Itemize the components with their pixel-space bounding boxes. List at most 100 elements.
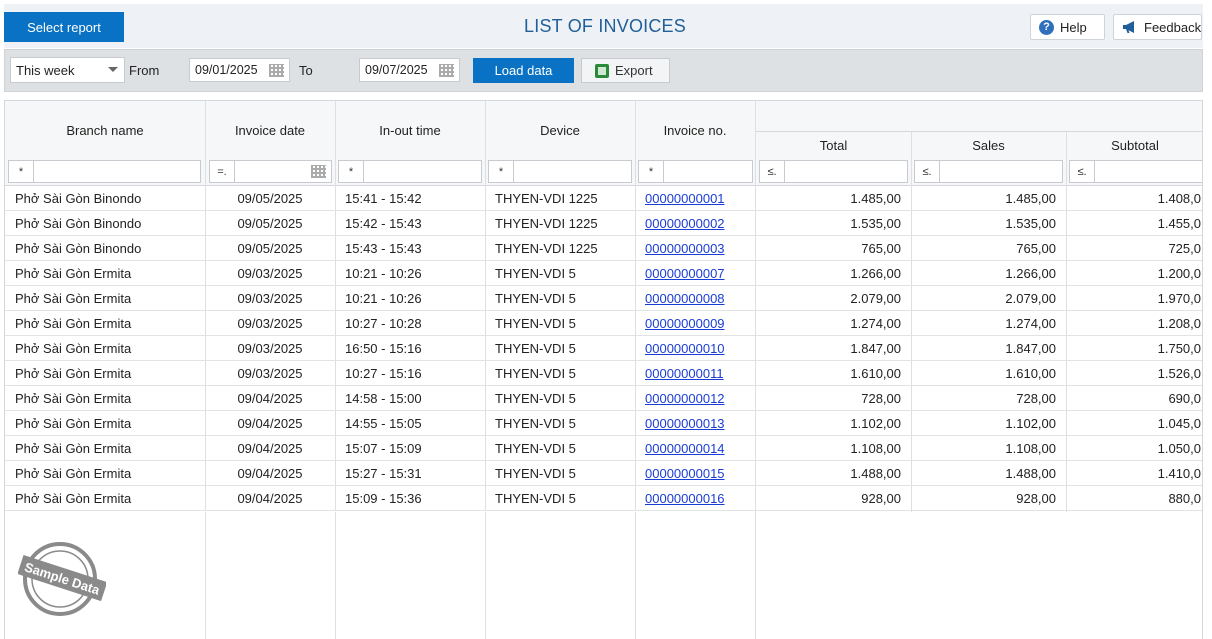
- from-label: From: [129, 63, 160, 78]
- invoice-link[interactable]: 00000000009: [645, 316, 725, 331]
- filter-operator[interactable]: ≤.: [760, 161, 785, 182]
- branch-cell: Phở Sài Gòn Binondo: [15, 215, 142, 231]
- filter-sales[interactable]: ≤.: [914, 160, 1063, 183]
- table-row[interactable]: Phở Sài Gòn Ermita 09/04/2025 15:09 - 15:3…: [5, 486, 1202, 511]
- to-date-input[interactable]: 09/07/2025: [359, 58, 460, 82]
- subtotal-cell: 1.208,0: [1157, 315, 1201, 331]
- column-header-branch[interactable]: Branch name: [5, 101, 205, 159]
- filter-operator[interactable]: ≤.: [1070, 161, 1095, 182]
- in-out-time-cell: 15:09 - 15:36: [345, 490, 422, 506]
- invoice-no-cell: 00000000016: [645, 486, 755, 510]
- filter-subtotal[interactable]: ≤.: [1069, 160, 1202, 183]
- invoice-link[interactable]: 00000000016: [645, 491, 725, 506]
- page-title: LIST OF INVOICES: [524, 16, 686, 36]
- branch-cell: Phở Sài Gòn Binondo: [15, 240, 142, 256]
- invoice-date-cell: 09/04/2025: [237, 390, 303, 406]
- subtotal-cell: 1.455,0: [1157, 215, 1201, 231]
- table-row[interactable]: Phở Sài Gòn Ermita 09/03/2025 10:21 - 10:2…: [5, 261, 1202, 286]
- column-header-time[interactable]: In-out time: [335, 101, 485, 159]
- select-report-button[interactable]: Select report: [4, 12, 124, 42]
- filter-time[interactable]: *: [338, 160, 482, 183]
- period-select[interactable]: This week: [10, 57, 125, 83]
- invoice-link[interactable]: 00000000007: [645, 266, 725, 281]
- table-row[interactable]: Phở Sài Gòn Ermita 09/03/2025 10:21 - 10:2…: [5, 286, 1202, 311]
- table-row[interactable]: Phở Sài Gòn Ermita 09/04/2025 14:55 - 15:0…: [5, 411, 1202, 436]
- table-row[interactable]: Phở Sài Gòn Ermita 09/03/2025 16:50 - 15:1…: [5, 336, 1202, 361]
- total-cell: 1.102,00: [850, 415, 901, 431]
- invoice-link[interactable]: 00000000015: [645, 466, 725, 481]
- invoice-date-cell: 09/03/2025: [237, 340, 303, 356]
- invoice-link[interactable]: 00000000011: [645, 366, 724, 381]
- table-row[interactable]: Phở Sài Gòn Ermita 09/04/2025 15:27 - 15:3…: [5, 461, 1202, 486]
- invoice-date-cell: 09/05/2025: [237, 215, 303, 231]
- filter-operator[interactable]: ≤.: [915, 161, 940, 182]
- total-cell: 765,00: [861, 240, 901, 256]
- table-row[interactable]: Phở Sài Gòn Ermita 09/04/2025 15:07 - 15:0…: [5, 436, 1202, 461]
- filter-operator[interactable]: =.: [210, 161, 235, 182]
- invoice-no-cell: 00000000002: [645, 211, 755, 235]
- load-data-button[interactable]: Load data: [473, 58, 574, 83]
- branch-cell: Phở Sài Gòn Ermita: [15, 440, 132, 456]
- invoice-link[interactable]: 00000000014: [645, 441, 725, 456]
- sales-cell: 1.535,00: [1005, 215, 1056, 231]
- filter-total[interactable]: ≤.: [759, 160, 908, 183]
- device-cell: THYEN-VDI 1225: [495, 190, 598, 206]
- branch-cell: Phở Sài Gòn Ermita: [15, 490, 132, 506]
- subtotal-cell: 1.408,0: [1157, 190, 1201, 206]
- table-row[interactable]: Phở Sài Gòn Ermita 09/04/2025 14:58 - 15:0…: [5, 386, 1202, 411]
- filter-date[interactable]: =.: [209, 160, 332, 183]
- branch-cell: Phở Sài Gòn Ermita: [15, 340, 132, 356]
- feedback-button[interactable]: Feedback: [1113, 14, 1202, 40]
- total-cell: 1.535,00: [850, 215, 901, 231]
- filter-operator[interactable]: *: [339, 161, 364, 182]
- filter-device[interactable]: *: [488, 160, 632, 183]
- help-button[interactable]: ? Help: [1030, 14, 1105, 40]
- total-cell: 928,00: [861, 490, 901, 506]
- table-row[interactable]: Phở Sài Gòn Binondo 09/05/2025 15:42 - 15:…: [5, 211, 1202, 236]
- invoice-link[interactable]: 00000000012: [645, 391, 725, 406]
- column-label: Sales: [972, 138, 1005, 153]
- calendar-icon[interactable]: [439, 64, 454, 77]
- table-row[interactable]: Phở Sài Gòn Ermita 09/03/2025 10:27 - 10:2…: [5, 311, 1202, 336]
- invoice-link[interactable]: 00000000003: [645, 241, 725, 256]
- in-out-time-cell: 10:27 - 10:28: [345, 315, 422, 331]
- table-row[interactable]: Phở Sài Gòn Binondo 09/05/2025 15:43 - 15:…: [5, 236, 1202, 261]
- invoice-date-cell: 09/04/2025: [237, 440, 303, 456]
- invoice-link[interactable]: 00000000002: [645, 216, 725, 231]
- subtotal-cell: 1.526,0: [1157, 365, 1201, 381]
- from-date-input[interactable]: 09/01/2025: [189, 58, 290, 82]
- column-header-device[interactable]: Device: [485, 101, 635, 159]
- filter-operator[interactable]: *: [489, 161, 514, 182]
- divider: [756, 131, 1202, 132]
- in-out-time-cell: 10:27 - 15:16: [345, 365, 422, 381]
- branch-cell: Phở Sài Gòn Ermita: [15, 415, 132, 431]
- invoice-no-cell: 00000000011: [645, 361, 755, 385]
- export-button[interactable]: Export: [581, 58, 670, 83]
- column-header-date[interactable]: Invoice date: [205, 101, 335, 159]
- sales-cell: 765,00: [1016, 240, 1056, 256]
- device-cell: THYEN-VDI 5: [495, 415, 576, 431]
- total-cell: 1.488,00: [850, 465, 901, 481]
- filter-branch[interactable]: *: [8, 160, 201, 183]
- device-cell: THYEN-VDI 5: [495, 265, 576, 281]
- table-row[interactable]: Phở Sài Gòn Ermita 09/03/2025 10:27 - 15:1…: [5, 361, 1202, 386]
- filter-operator[interactable]: *: [639, 161, 664, 182]
- filter-invoice-no[interactable]: *: [638, 160, 753, 183]
- invoice-link[interactable]: 00000000008: [645, 291, 725, 306]
- invoice-link[interactable]: 00000000001: [645, 191, 725, 206]
- column-header-total[interactable]: Total: [756, 132, 911, 159]
- invoice-date-cell: 09/03/2025: [237, 315, 303, 331]
- invoice-link[interactable]: 00000000013: [645, 416, 725, 431]
- column-header-subtotal[interactable]: Subtotal: [1066, 132, 1202, 159]
- filter-operator[interactable]: *: [9, 161, 34, 182]
- total-cell: 728,00: [861, 390, 901, 406]
- invoice-no-cell: 00000000008: [645, 286, 755, 310]
- column-header-invoice-no[interactable]: Invoice no.: [635, 101, 755, 159]
- calendar-icon[interactable]: [269, 64, 284, 77]
- table-row[interactable]: Phở Sài Gòn Binondo 09/05/2025 15:41 - 15:…: [5, 186, 1202, 211]
- column-label: In-out time: [379, 122, 441, 138]
- invoice-link[interactable]: 00000000010: [645, 341, 725, 356]
- calendar-icon[interactable]: [311, 165, 326, 178]
- column-label: Branch name: [66, 122, 144, 138]
- column-header-sales[interactable]: Sales: [911, 132, 1066, 159]
